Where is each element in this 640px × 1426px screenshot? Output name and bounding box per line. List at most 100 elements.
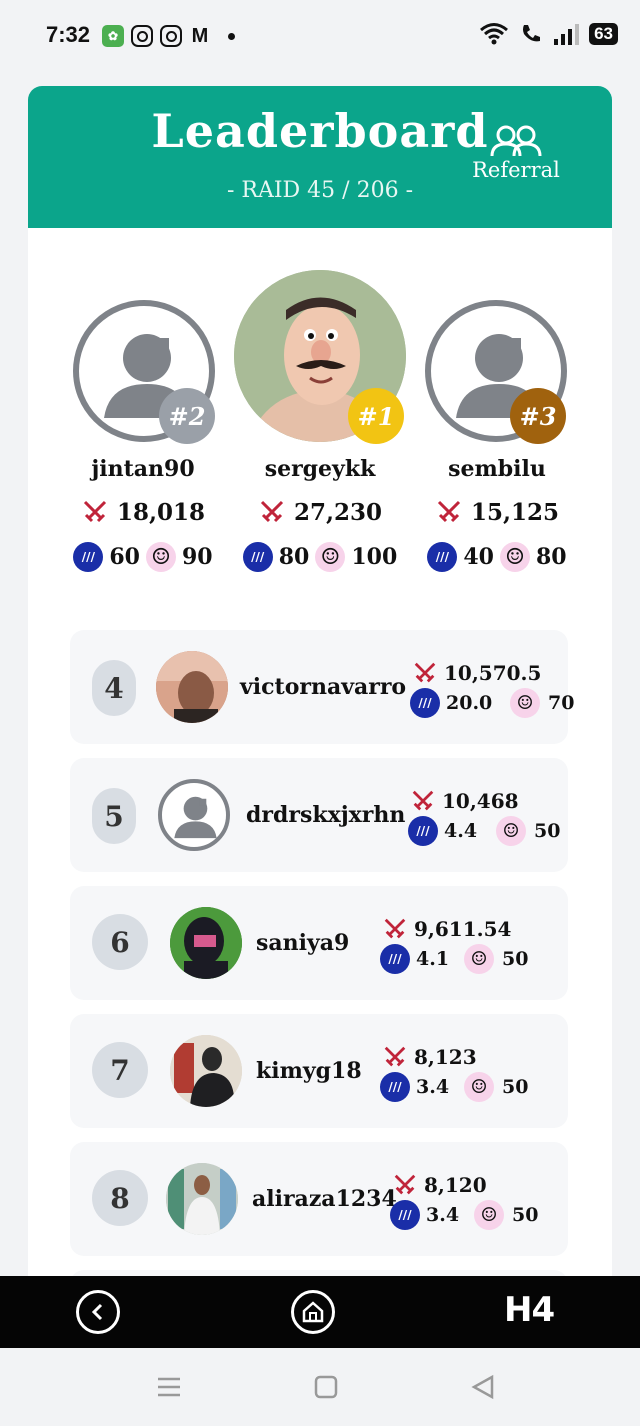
steem-icon: /// — [410, 688, 440, 718]
crossed-swords-icon — [414, 662, 436, 683]
mascot-value: 50 — [534, 820, 561, 842]
score-value: 27,230 — [293, 498, 383, 526]
steem-icon: /// — [427, 542, 458, 572]
row-mascot: ☺ 50 — [496, 816, 560, 846]
row-mascot: ☺ 50 — [464, 1072, 528, 1102]
avatar — [170, 1035, 242, 1107]
user-placeholder-icon — [174, 796, 217, 839]
menu-icon[interactable] — [156, 1374, 182, 1400]
mascot-icon: ☺ — [464, 1072, 494, 1102]
steem-icon: /// — [390, 1200, 420, 1230]
row-rank: 8 — [92, 1170, 148, 1226]
row-steem: /// 20.0 — [410, 688, 492, 718]
row-mascot: ☺ 50 — [464, 944, 528, 974]
battery-indicator: 63 — [589, 23, 618, 45]
row-rank: 7 — [92, 1042, 148, 1098]
steem-value: 3.4 — [426, 1204, 460, 1226]
row-mascot: ☺ 50 — [474, 1200, 538, 1230]
score-value: 8,120 — [424, 1173, 487, 1197]
score-value: 10,570.5 — [444, 661, 542, 685]
steem-icon: /// — [73, 542, 104, 572]
mascot-icon: ☺ — [315, 542, 346, 572]
mascot-value: 100 — [351, 544, 398, 570]
home-icon — [302, 1301, 324, 1323]
leaderboard-card: Leaderboard - RAID 45 / 206 - Referral #… — [28, 86, 612, 1286]
steem-value: 20.0 — [446, 692, 493, 714]
leaderboard-row[interactable]: 7 kimyg18 8,123 /// 3.4 ☺ 50 — [70, 1014, 568, 1128]
row-score: 10,570.5 — [412, 660, 541, 686]
leaderboard-row[interactable]: 5 drdrskxjxrhn 10,468 /// 4.4 ☺ 50 — [70, 758, 568, 872]
back-triangle-icon[interactable] — [470, 1374, 496, 1400]
user-photo-image — [170, 907, 242, 979]
podium-score: 27,230 — [235, 498, 405, 526]
more-notifications-dot — [228, 32, 235, 40]
steem-value: 3.4 — [416, 1076, 450, 1098]
notification-icons: ✿ M — [102, 25, 235, 47]
leaderboard-header: Leaderboard - RAID 45 / 206 - Referral — [28, 86, 612, 228]
podium-stats: /// 60 ☺ 90 — [58, 542, 228, 572]
mascot-value: 70 — [548, 692, 575, 714]
avatar — [170, 907, 242, 979]
home-button[interactable] — [291, 1290, 335, 1334]
row-mascot: ☺ 70 — [510, 688, 574, 718]
rank-badge: #1 — [348, 388, 404, 444]
steem-icon: /// — [242, 542, 273, 572]
avatar — [156, 651, 228, 723]
crossed-swords-icon — [412, 790, 434, 811]
mascot-value: 50 — [512, 1204, 539, 1226]
score-value: 8,123 — [414, 1045, 477, 1069]
wifi-icon — [480, 23, 509, 45]
row-steem: /// 3.4 — [390, 1200, 459, 1230]
mascot-icon: ☺ — [500, 542, 530, 572]
mascot-value: 50 — [502, 1076, 529, 1098]
row-username: kimyg18 — [256, 1058, 362, 1084]
crossed-swords-icon — [384, 918, 406, 939]
steem-icon: /// — [380, 1072, 410, 1102]
leaderboard-row[interactable]: 4 victornavarro 10,570.5 /// 20.0 ☺ 70 — [70, 630, 574, 744]
status-bar: 7:32 ✿ M 63 — [0, 0, 640, 72]
row-score: 9,611.54 — [382, 916, 511, 942]
podium-name: jintan90 — [91, 456, 195, 482]
mascot-value: 80 — [536, 544, 567, 570]
steem-icon: /// — [380, 944, 410, 974]
steem-value: 4.4 — [444, 820, 478, 842]
mascot-value: 90 — [182, 544, 213, 570]
steem-value: 60 — [109, 544, 140, 570]
instagram-icon — [160, 25, 182, 47]
crossed-swords-icon — [384, 1046, 406, 1067]
podium-stats: /// 80 ☺ 100 — [235, 542, 405, 572]
score-value: 18,018 — [116, 498, 206, 526]
mascot-value: 50 — [502, 948, 529, 970]
row-username: victornavarro — [240, 674, 407, 700]
row-username: drdrskxjxrhn — [246, 802, 406, 828]
row-username: aliraza1234 — [252, 1186, 397, 1212]
leaderboard-row[interactable]: 8 aliraza1234 8,120 /// 3.4 ☺ 50 — [70, 1142, 568, 1256]
back-button[interactable] — [76, 1290, 120, 1334]
row-rank: 4 — [92, 660, 136, 716]
podium-score: 15,125 — [412, 498, 582, 526]
row-steem: /// 4.1 — [380, 944, 449, 974]
steem-value: 80 — [278, 544, 310, 570]
leaderboard-row[interactable]: 6 saniya9 9,611.54 /// 4.1 ☺ 50 — [70, 886, 568, 1000]
crossed-swords-icon — [83, 500, 107, 523]
podium-stats: /// 40 ☺ 80 — [412, 542, 582, 572]
mascot-icon: ☺ — [510, 688, 540, 718]
mascot-icon: ☺ — [496, 816, 526, 846]
score-value: 15,125 — [470, 498, 560, 526]
app-logo[interactable]: H4 — [504, 1290, 555, 1330]
crossed-swords-icon — [260, 500, 284, 523]
signal-icon — [554, 24, 580, 45]
user-photo-image — [156, 651, 228, 723]
home-square-icon[interactable] — [313, 1374, 339, 1400]
referral-label: Referral — [472, 158, 560, 182]
row-steem: /// 4.4 — [408, 816, 477, 846]
crossed-swords-icon — [394, 1174, 416, 1195]
system-nav-bar — [0, 1348, 640, 1426]
rank-badge: #3 — [510, 388, 566, 444]
referral-button[interactable]: Referral — [466, 124, 566, 182]
bottom-nav-bar: H4 — [0, 1276, 640, 1348]
score-value: 10,468 — [442, 789, 519, 813]
row-rank: 6 — [92, 914, 148, 970]
steem-icon: /// — [408, 816, 438, 846]
steem-value: 40 — [463, 544, 494, 570]
